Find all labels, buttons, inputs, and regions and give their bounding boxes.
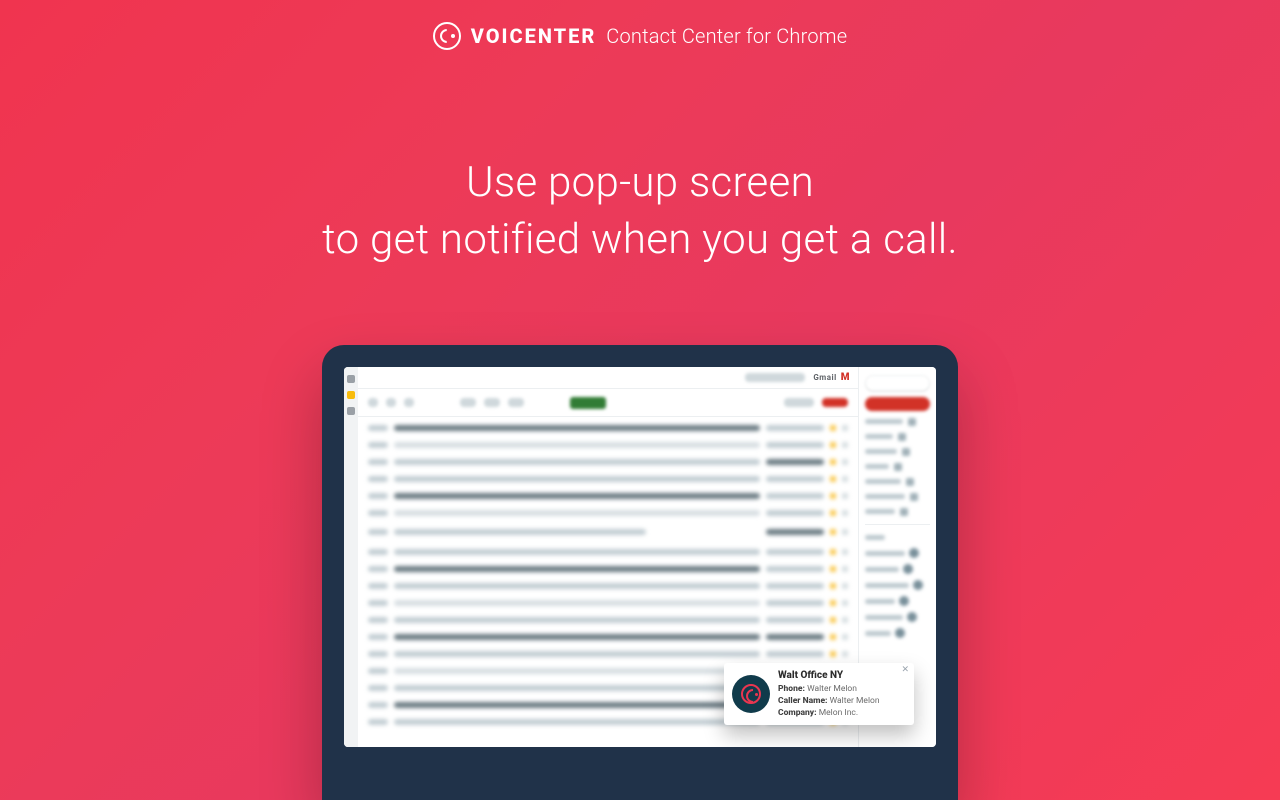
brand-text: VOICENTER Contact Center for Chrome	[471, 24, 848, 48]
gmail-topbar: Gmail M	[358, 367, 858, 389]
hero-headline: Use pop-up screen to get notified when y…	[0, 155, 1280, 268]
close-icon[interactable]: ✕	[901, 666, 909, 675]
compose-button-blur	[865, 375, 930, 391]
caller-meta: Walt Office NY Phone: Walter Melon Calle…	[778, 669, 906, 720]
brand-name: VOICENTER	[471, 24, 597, 48]
brand-bar: VOICENTER Contact Center for Chrome	[0, 22, 1280, 50]
voicenter-logo-icon	[741, 684, 761, 704]
gmail-left-rail	[344, 367, 358, 747]
hero-line-1: Use pop-up screen	[0, 155, 1280, 212]
voicenter-logo-icon	[433, 22, 461, 50]
caller-field-phone: Phone: Walter Melon	[778, 683, 906, 695]
gmail-product-label: Gmail M	[813, 372, 850, 383]
monitor-illustration: Gmail M	[322, 345, 958, 800]
caller-field-company: Company: Melon Inc.	[778, 707, 906, 719]
caller-field-name: Caller Name: Walter Melon	[778, 695, 906, 707]
monitor-frame: Gmail M	[322, 345, 958, 800]
gmail-toolbar	[358, 389, 858, 417]
hero-line-2: to get notified when you get a call.	[0, 212, 1280, 269]
monitor-screen: Gmail M	[344, 367, 936, 747]
caller-avatar	[732, 675, 770, 713]
inbox-pill-blur	[865, 397, 930, 411]
promo-slide: VOICENTER Contact Center for Chrome Use …	[0, 0, 1280, 800]
gmail-m-icon: M	[841, 372, 850, 383]
incoming-call-popup[interactable]: ✕ Walt Office NY Phone: Walter Melon Cal…	[724, 663, 914, 725]
brand-subtitle: Contact Center for Chrome	[606, 24, 847, 48]
caller-title: Walt Office NY	[778, 669, 906, 682]
